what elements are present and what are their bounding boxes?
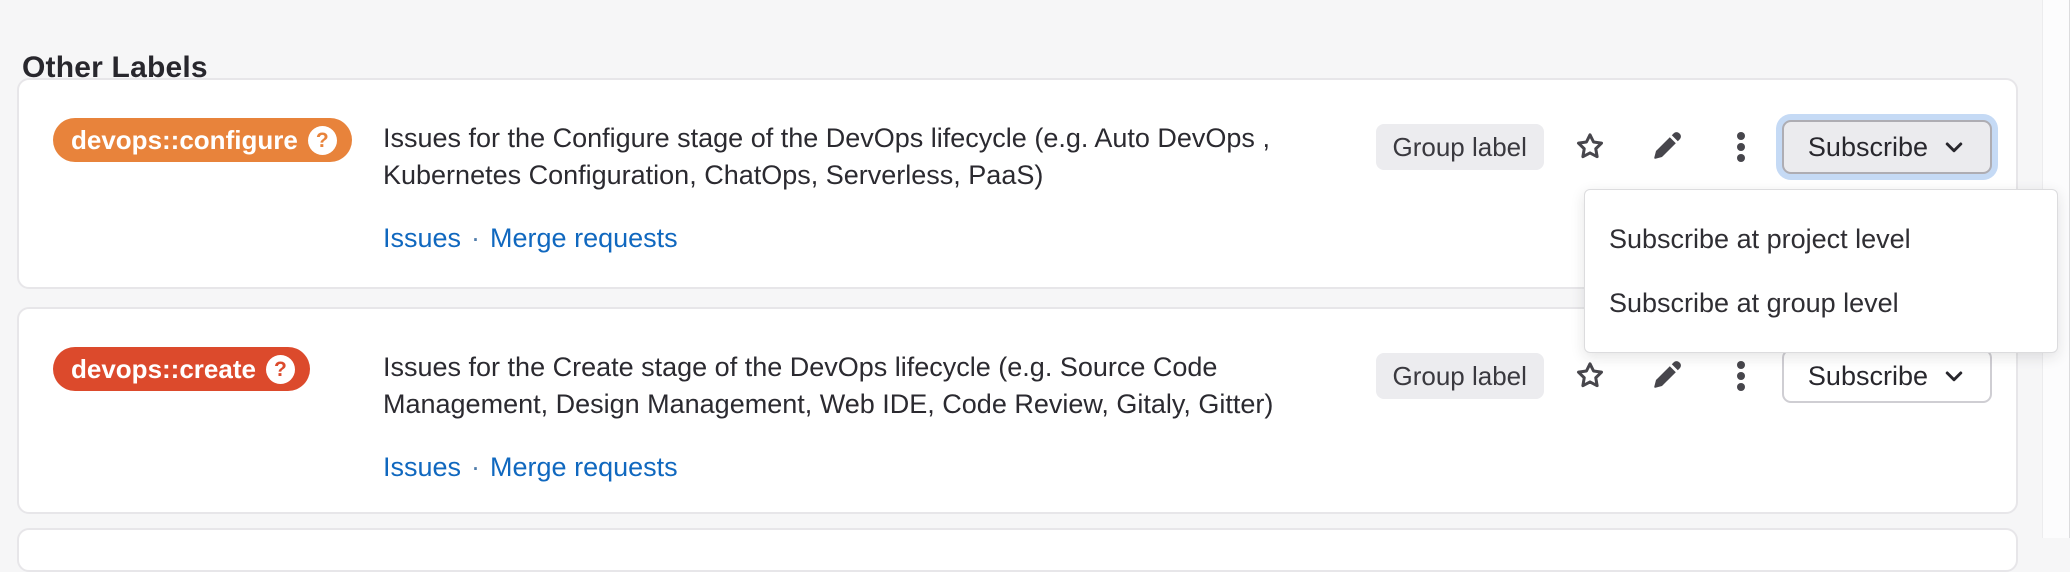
merge-requests-link[interactable]: Merge requests bbox=[490, 452, 678, 482]
label-help-icon[interactable]: ? bbox=[308, 126, 337, 155]
chevron-down-icon bbox=[1942, 364, 1966, 388]
labels-page: { "page": { "heading": "Other Labels" },… bbox=[0, 0, 2070, 538]
link-separator: · bbox=[461, 452, 490, 482]
label-badge-text: devops::configure bbox=[71, 125, 298, 156]
promote-star-icon[interactable] bbox=[1574, 360, 1606, 392]
edit-pencil-icon[interactable] bbox=[1650, 360, 1682, 392]
more-actions-kebab-icon[interactable] bbox=[1732, 359, 1750, 393]
promote-star-icon[interactable] bbox=[1574, 131, 1606, 163]
subscribe-dropdown-button[interactable]: Subscribe bbox=[1782, 349, 1992, 403]
group-label-badge: Group label bbox=[1376, 124, 1544, 170]
label-links: Issues·Merge requests bbox=[383, 454, 1348, 481]
issues-link[interactable]: Issues bbox=[383, 223, 461, 253]
subscribe-button-label: Subscribe bbox=[1808, 132, 1928, 163]
label-links: Issues·Merge requests bbox=[383, 225, 1348, 252]
label-badge-devops-create[interactable]: devops::create ? bbox=[53, 347, 310, 391]
label-badge-column: devops::create ? bbox=[53, 343, 383, 391]
link-separator: · bbox=[461, 223, 490, 253]
label-description: Issues for the Configure stage of the De… bbox=[383, 120, 1348, 194]
menu-item-subscribe-group-level[interactable]: Subscribe at group level bbox=[1585, 271, 2057, 335]
label-badge-column: devops::configure ? bbox=[53, 114, 383, 162]
chevron-down-icon bbox=[1942, 135, 1966, 159]
subscribe-button-label: Subscribe bbox=[1808, 361, 1928, 392]
label-badge-devops-configure[interactable]: devops::configure ? bbox=[53, 118, 352, 162]
subscribe-dropdown-menu: Subscribe at project level Subscribe at … bbox=[1584, 189, 2058, 353]
issues-link[interactable]: Issues bbox=[383, 452, 461, 482]
menu-item-subscribe-project-level[interactable]: Subscribe at project level bbox=[1585, 207, 2057, 271]
label-badge-text: devops::create bbox=[71, 354, 256, 385]
label-row-partial bbox=[17, 528, 2018, 572]
subscribe-dropdown-button[interactable]: Subscribe bbox=[1782, 120, 1992, 174]
group-label-badge: Group label bbox=[1376, 353, 1544, 399]
edit-pencil-icon[interactable] bbox=[1650, 131, 1682, 163]
more-actions-kebab-icon[interactable] bbox=[1732, 130, 1750, 164]
merge-requests-link[interactable]: Merge requests bbox=[490, 223, 678, 253]
label-description: Issues for the Create stage of the DevOp… bbox=[383, 349, 1348, 423]
label-help-icon[interactable]: ? bbox=[266, 355, 295, 384]
